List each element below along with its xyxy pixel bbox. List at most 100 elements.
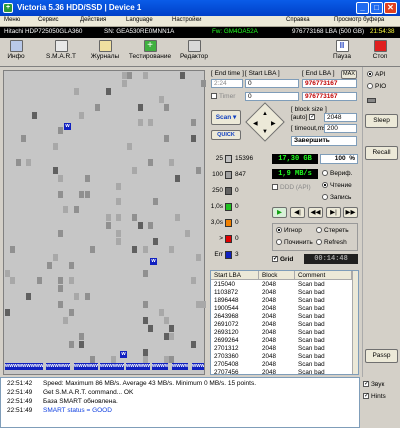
table-row[interactable]: 2707456 2048 Scan bad — [211, 369, 358, 375]
start-lba-field[interactable]: 0 — [245, 79, 299, 88]
table-row[interactable]: 2643968 2048 Scan bad — [211, 313, 358, 321]
table-row[interactable]: 1103872 2048 Scan bad — [211, 289, 358, 297]
start-lba-label: [ Start LBA ] — [245, 70, 280, 77]
erase-radio[interactable]: Стереть — [316, 227, 349, 234]
play-icon: ▶ — [277, 209, 282, 216]
bad-block-marker: wwwwwwwww — [100, 363, 124, 370]
grid-block — [190, 135, 196, 143]
grid-block — [68, 277, 74, 285]
grid-block — [73, 87, 79, 95]
row-start-lba: 1896448 — [214, 297, 239, 304]
editor-button[interactable]: Редактор — [178, 39, 210, 66]
ignore-radio[interactable]: Игнор — [276, 227, 302, 234]
menu-buffer-view[interactable]: Просмотр буфера — [334, 17, 384, 23]
verify-radio[interactable]: Вериф. — [322, 170, 352, 177]
hints-checkbox[interactable]: ✓ Hints — [363, 393, 386, 400]
quick-button[interactable]: QUICK — [211, 130, 241, 140]
row-start-lba: 2691072 — [214, 321, 239, 328]
grid-block — [58, 230, 63, 237]
device-indicator — [367, 98, 376, 103]
col-block[interactable]: Block — [259, 271, 295, 280]
row-start-lba: 2707456 — [214, 369, 239, 375]
read-radio[interactable]: Чтение — [322, 182, 352, 189]
grid-block — [116, 237, 122, 245]
timer-checkbox[interactable]: Timer — [211, 93, 235, 100]
block-size-select[interactable]: 2048 — [324, 113, 357, 122]
bad-block-marker: wwwwwwwww — [152, 363, 168, 370]
auto-checkbox[interactable]: [auto] ✓ — [291, 114, 317, 121]
grid-block — [158, 309, 164, 316]
menu-settings[interactable]: Настройки — [172, 17, 201, 23]
table-row[interactable]: 2701312 2048 Scan bad — [211, 345, 358, 353]
col-comment[interactable]: Comment — [295, 271, 352, 280]
table-row[interactable]: 2703360 2048 Scan bad — [211, 353, 358, 361]
sound-checkbox[interactable]: ✓ Звук — [363, 381, 384, 388]
refresh-radio[interactable]: Refresh — [316, 239, 347, 246]
maximize-button[interactable]: □ — [370, 2, 383, 14]
row-start-lba: 2699264 — [214, 337, 239, 344]
row-start-lba: 1103872 — [214, 289, 239, 296]
journals-button[interactable]: Журналы — [88, 39, 122, 66]
passp-button[interactable]: Passp — [365, 349, 398, 363]
step-forward-button[interactable]: ▶| — [326, 207, 341, 218]
grid-block — [58, 190, 63, 198]
seek-diamond-control[interactable] — [245, 102, 285, 142]
menu-language[interactable]: Language — [126, 17, 153, 23]
menu-actions[interactable]: Действия — [80, 17, 106, 23]
finish-action-select[interactable]: Завершить — [291, 136, 357, 146]
pause-icon: II — [335, 40, 349, 52]
api-radio[interactable]: API — [367, 71, 385, 78]
log-text: Speed: Maximum 86 MB/s. Average 43 MB/s.… — [43, 380, 257, 387]
pio-radio[interactable]: PIO — [367, 83, 386, 90]
log-time: 22:51:49 — [7, 389, 33, 396]
table-row[interactable]: 1900544 2048 Scan bad — [211, 305, 358, 313]
stats-panel: 17,30 GB 100 % 1,9 MB/s Вериф. DDD (API)… — [270, 152, 360, 270]
recall-button[interactable]: Recall — [365, 146, 398, 160]
write-radio[interactable]: Запись — [322, 194, 351, 201]
device-serial: SN: GEA530RE0MNN1A — [104, 28, 175, 35]
table-row[interactable]: 2699264 2048 Scan bad — [211, 337, 358, 345]
row-comment: Scan bad — [298, 369, 325, 375]
grid-checkbox[interactable]: ✓ Grid — [272, 256, 293, 263]
bad-block-marker: wwwwwwwww — [46, 363, 70, 370]
ddd-api-checkbox[interactable]: DDD (API) — [272, 184, 311, 191]
info-button[interactable]: Инфо — [4, 39, 28, 66]
grid-block — [190, 119, 196, 127]
table-row[interactable]: 215040 2048 Scan bad — [211, 281, 358, 289]
skip-end-button[interactable]: ▶▶ — [343, 207, 358, 218]
scan-button[interactable]: Scan ▾ — [211, 110, 241, 125]
end-lba-max-button[interactable]: MAX — [341, 70, 357, 79]
menu-help[interactable]: Справка — [286, 17, 310, 23]
sleep-button[interactable]: Sleep — [365, 114, 398, 128]
pause-button[interactable]: II Пауза — [330, 39, 354, 66]
rewind-button[interactable]: ◀| — [290, 207, 305, 218]
grid-block — [20, 135, 26, 143]
step-back-button[interactable]: ◀◀ — [308, 207, 323, 218]
menu-service[interactable]: Сервис — [38, 17, 59, 23]
table-row[interactable]: 2693120 2048 Scan bad — [211, 329, 358, 337]
timer-field[interactable]: 0 — [245, 92, 299, 101]
close-button[interactable]: ✕ — [384, 2, 397, 14]
smart-button[interactable]: S.M.A.R.T — [44, 39, 78, 66]
timeout-select[interactable]: 200 — [324, 124, 357, 133]
row-block: 2048 — [262, 329, 277, 336]
event-log: 22:51:42 Speed: Maximum 86 MB/s. Average … — [0, 377, 360, 428]
grid-block — [164, 316, 169, 324]
bad-block-marker: wwwwwwwww — [126, 363, 150, 370]
col-start-lba[interactable]: Start LBA — [211, 271, 259, 280]
device-model: Hitachi HDP725050GLA360 — [4, 28, 83, 35]
minimize-button[interactable]: _ — [356, 2, 369, 14]
play-button[interactable]: ▶ — [272, 207, 287, 218]
testing-button[interactable]: + Тестирование — [128, 39, 172, 66]
end-lba-field[interactable]: 976773167 — [302, 79, 357, 88]
remap-radio[interactable]: Починить — [276, 239, 313, 246]
end-time-field[interactable]: 2:24 — [211, 79, 243, 88]
grid-block — [10, 277, 16, 285]
stop-button[interactable]: Стоп — [368, 39, 392, 66]
table-row[interactable]: 2691072 2048 Scan bad — [211, 321, 358, 329]
table-row[interactable]: 2705408 2048 Scan bad — [211, 361, 358, 369]
grid-block — [164, 135, 169, 143]
menu-main[interactable]: Меню — [4, 17, 20, 23]
table-row[interactable]: 1896448 2048 Scan bad — [211, 297, 358, 305]
grid-block — [195, 253, 201, 261]
